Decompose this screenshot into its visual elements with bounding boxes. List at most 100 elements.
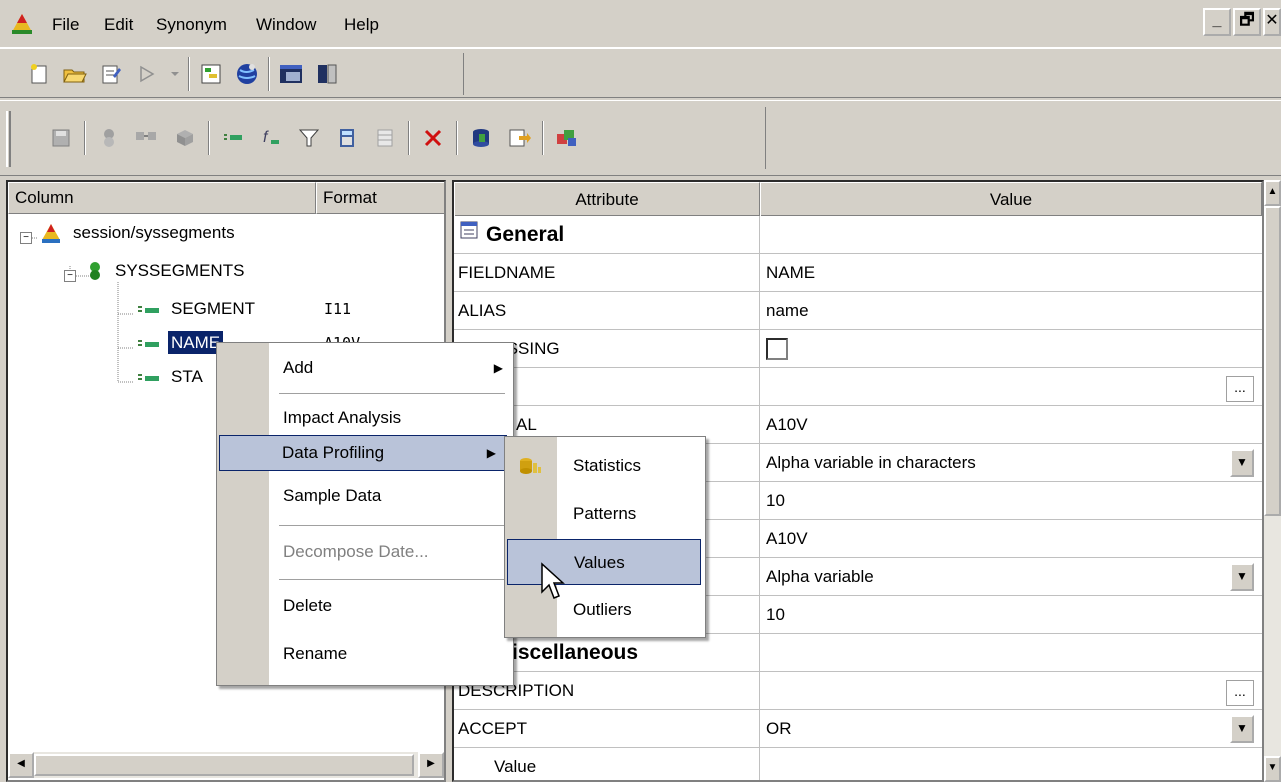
menu-item-delete[interactable]: Delete [217,583,513,629]
chevron-down-icon[interactable]: ▼ [1230,715,1254,743]
tree-item-label: SYSSEGMENTS [115,261,245,280]
value-cell[interactable] [760,672,1262,710]
scroll-thumb[interactable] [34,754,414,776]
minimize-button[interactable]: _ [1203,8,1231,36]
grid-icon[interactable] [370,123,400,153]
tree-item-label: STA [171,367,203,386]
submenu-item-statistics[interactable]: Statistics [505,443,705,489]
grid-row[interactable]: ISSING [454,330,1262,368]
tree-item-synonym[interactable]: session/syssegments [70,214,238,252]
menu-item-rename[interactable]: Rename [217,631,513,677]
menu-synonym[interactable]: Synonym [152,12,231,38]
app-icon[interactable] [10,12,34,36]
compute-field-icon[interactable]: f [256,123,286,153]
scroll-up-button[interactable]: ▲ [1264,180,1281,206]
grid-row[interactable]: DESCRIPTION ... [454,672,1262,710]
value-cell[interactable]: name [760,292,1262,330]
grid-row[interactable]: Value [454,748,1262,780]
grid-row[interactable]: ... [454,368,1262,406]
value-cell[interactable]: 10 [760,482,1262,520]
value-cell[interactable]: 10 [760,596,1262,634]
collapse-toggle[interactable]: − [20,232,32,244]
menu-item-decompose-date[interactable]: Decompose Date... [217,529,513,575]
value-cell[interactable] [760,748,1262,780]
scroll-right-button[interactable]: ▶ [418,752,444,778]
database-icon[interactable] [466,123,496,153]
horizontal-scrollbar[interactable]: ◀ ▶ [8,752,444,778]
chevron-down-icon[interactable]: ▼ [1230,563,1254,591]
scroll-thumb[interactable] [1264,206,1281,516]
globe-icon[interactable] [232,59,262,89]
data-profiling-submenu: Statistics Patterns Values Outliers [504,436,706,638]
column-header[interactable]: Column [8,182,316,214]
save-icon[interactable] [46,123,76,153]
menu-separator [279,525,505,526]
attribute-cell: ACCEPT [454,710,760,748]
panels-icon[interactable] [312,59,342,89]
submenu-item-outliers[interactable]: Outliers [505,587,705,633]
grid-row[interactable]: FIELDNAME NAME [454,254,1262,292]
value-cell[interactable] [760,368,1262,406]
toolbar-standard [0,48,1281,98]
delete-icon[interactable] [418,123,448,153]
attribute-cell: ALIAS [454,292,760,330]
value-header[interactable]: Value [760,182,1262,216]
menu-window[interactable]: Window [252,12,320,38]
grid-row-section: General [454,216,1262,254]
open-folder-icon[interactable] [60,59,90,89]
value-cell[interactable]: Alpha variable in characters [760,444,1262,482]
value-cell[interactable] [760,330,1262,368]
menu-item-sample-data[interactable]: Sample Data [217,473,513,519]
value-cell[interactable]: A10V [760,406,1262,444]
tree-item-field[interactable]: SEGMENT [168,290,258,328]
collapse-toggle[interactable]: − [64,270,76,282]
edit-document-icon[interactable] [96,59,126,89]
attribute-header[interactable]: Attribute [454,182,760,216]
run-window-icon[interactable] [276,59,306,89]
ellipsis-button[interactable]: ... [1226,680,1254,706]
menu-item-label: Data Profiling [282,443,385,462]
profile-icon[interactable] [552,123,582,153]
chevron-down-icon[interactable]: ▼ [1230,449,1254,477]
close-button[interactable]: ✕ [1263,8,1281,36]
join-icon[interactable] [132,123,162,153]
menu-edit[interactable]: Edit [100,12,137,38]
toolbar-separator [542,121,544,155]
restore-button[interactable]: 🗗 [1233,8,1261,36]
menu-file[interactable]: File [48,12,83,38]
tree-item-field-selected[interactable]: NAME [168,324,224,362]
tree-item-field[interactable]: STA [168,358,206,396]
segment-icon [84,260,106,282]
cube-icon[interactable] [170,123,200,153]
vertical-scrollbar[interactable]: ▲ ▼ [1264,180,1281,782]
value-cell[interactable]: A10V [760,520,1262,558]
run-icon[interactable] [132,59,162,89]
chevron-down-icon[interactable] [168,59,182,89]
tree-item-segment[interactable]: SYSSEGMENTS [112,252,247,290]
value-cell[interactable]: NAME [760,254,1262,292]
field-format: I11 [324,300,352,318]
segment-icon[interactable] [94,123,124,153]
field-icon[interactable] [218,123,248,153]
new-icon[interactable] [24,59,54,89]
submenu-item-patterns[interactable]: Patterns [505,491,705,537]
menu-item-data-profiling[interactable]: Data Profiling ▶ [219,435,507,471]
submenu-item-values[interactable]: Values [507,539,701,585]
scroll-left-button[interactable]: ◀ [8,752,34,778]
menu-item-add[interactable]: Add ▶ [217,345,513,391]
grid-header: Attribute Value [454,182,1262,216]
tree-view-icon[interactable] [196,59,226,89]
menu-help[interactable]: Help [340,12,383,38]
grid-row[interactable]: ACCEPT OR ▼ [454,710,1262,748]
calculator-icon[interactable] [332,123,362,153]
export-icon[interactable] [504,123,534,153]
tree-item-label: NAME [168,331,224,354]
value-cell[interactable]: Alpha variable [760,558,1262,596]
grid-row[interactable]: ALIAS name [454,292,1262,330]
missing-checkbox[interactable] [766,338,788,360]
format-header[interactable]: Format [316,182,444,214]
ellipsis-button[interactable]: ... [1226,376,1254,402]
value-cell[interactable]: OR [760,710,1262,748]
scroll-down-button[interactable]: ▼ [1264,756,1281,782]
filter-icon[interactable] [294,123,324,153]
